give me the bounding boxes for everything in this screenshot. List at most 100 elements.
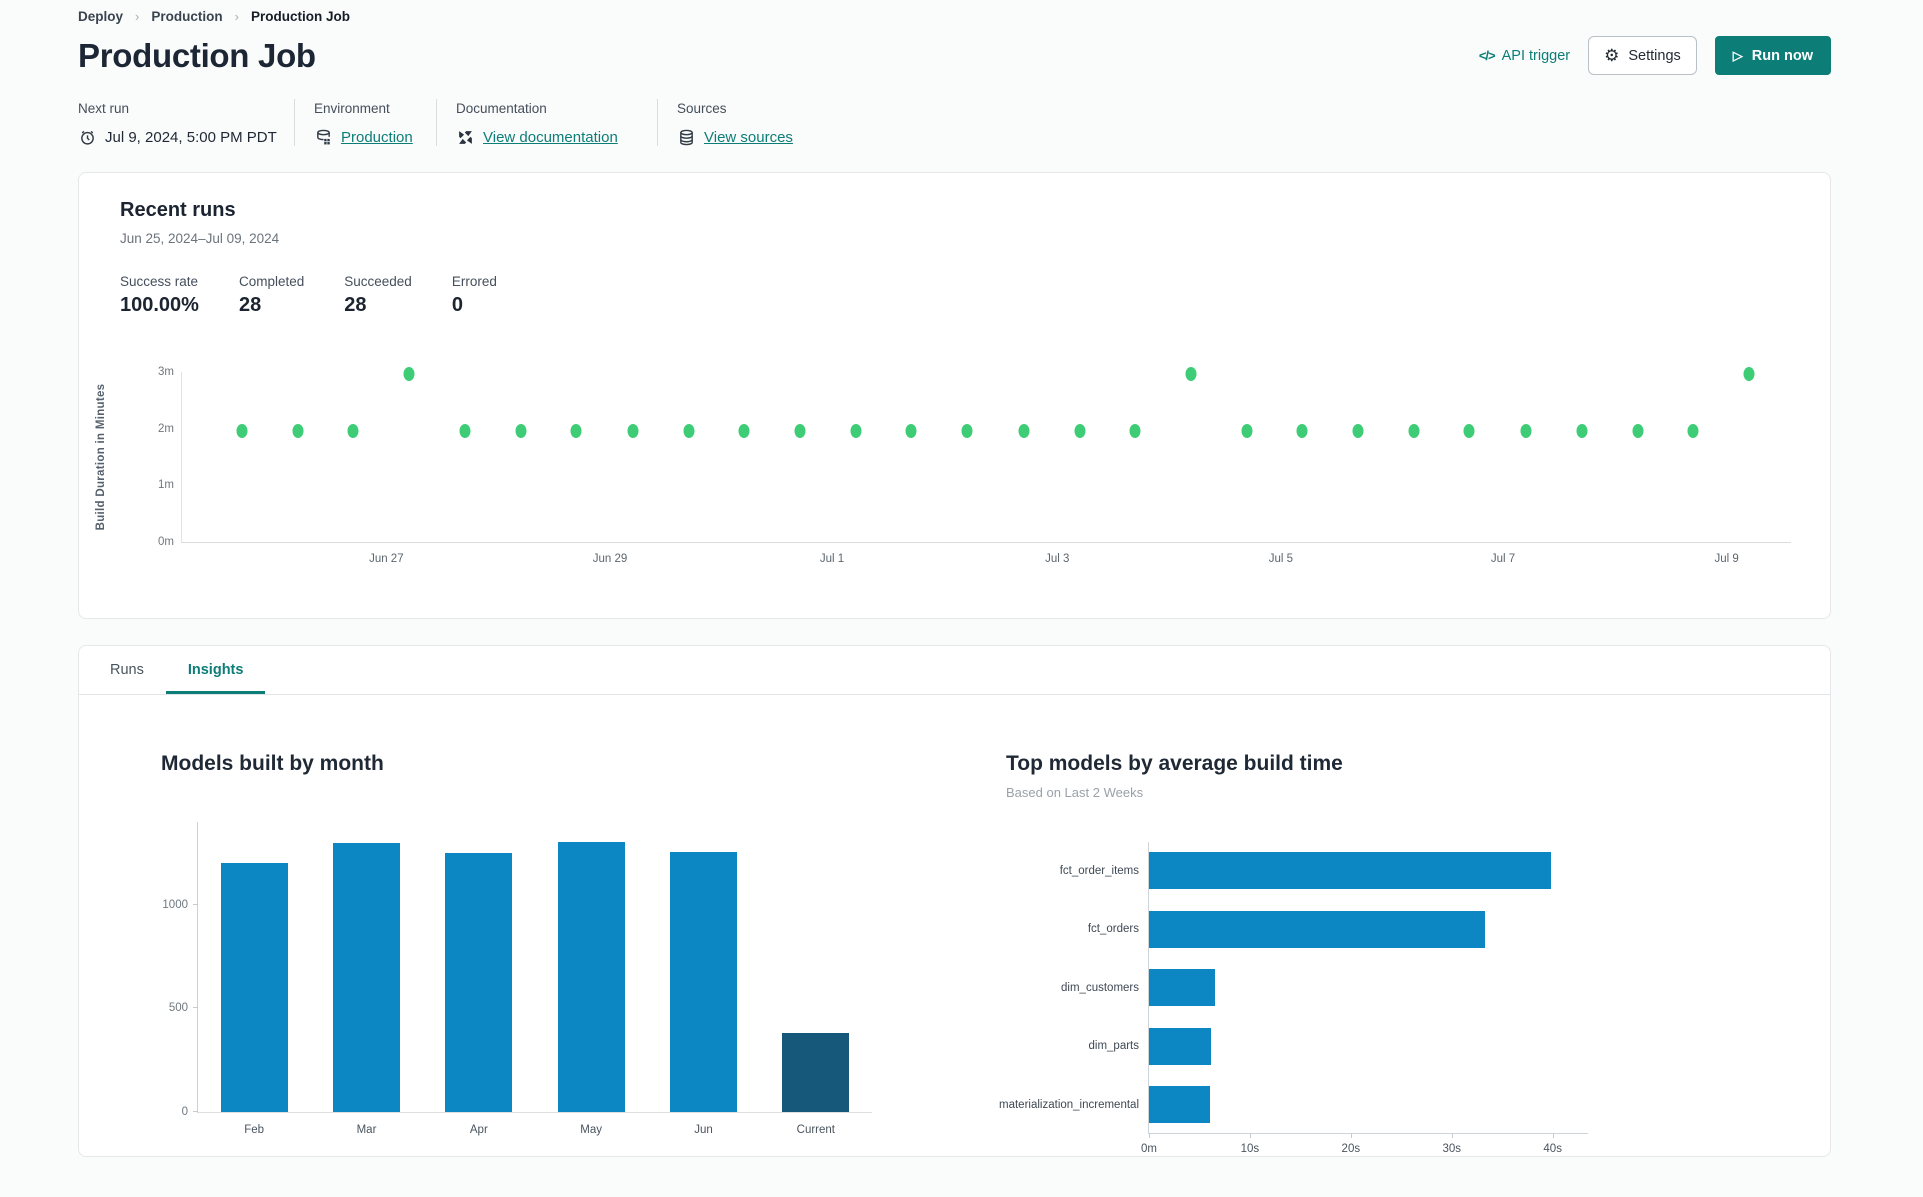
run-duration-point[interactable] <box>961 423 973 438</box>
bar-slot <box>535 822 647 1112</box>
bar-x-tick-label: Apr <box>469 1124 488 1136</box>
model-name-label: dim_parts <box>1088 1040 1140 1052</box>
scatter-x-tick-label: Jul 5 <box>1268 553 1294 565</box>
scatter-x-tick-label: Jun 27 <box>369 553 404 565</box>
month-bar-current[interactable] <box>782 1033 850 1112</box>
models-built-chart: 0 500 1000 Feb Mar Apr May Jun Current <box>162 822 872 1136</box>
bar-y-tick-label: 1000 <box>162 898 188 911</box>
build-time-bar-fct_order_items[interactable] <box>1149 852 1551 889</box>
run-now-button[interactable]: ▷ Run now <box>1714 36 1831 75</box>
bar-slot <box>198 822 310 1112</box>
stat-errored: Errored 0 <box>451 274 497 316</box>
run-duration-point[interactable] <box>1687 423 1699 438</box>
environment-icon <box>314 128 332 146</box>
tab-bar: Runs Insights <box>79 646 1830 695</box>
build-time-bar-dim_parts[interactable] <box>1149 1027 1211 1065</box>
breadcrumb-production[interactable]: Production <box>151 9 222 24</box>
view-sources-link[interactable]: View sources <box>704 129 793 146</box>
hbar-x-tick-mark <box>1350 1133 1352 1138</box>
run-duration-point[interactable] <box>1074 423 1086 438</box>
play-icon: ▷ <box>1732 48 1743 63</box>
settings-button[interactable]: ⚙ Settings <box>1588 36 1697 75</box>
month-bar-mar[interactable] <box>332 842 400 1112</box>
recent-runs-stats: Success rate 100.00% Completed 28 Succee… <box>120 274 1789 317</box>
hbar-x-tick-mark <box>1451 1133 1453 1138</box>
bar-y-tick-mark <box>193 1007 198 1009</box>
bar-y-tick-mark <box>193 1111 198 1112</box>
scatter-y-tick-label: 2m <box>158 422 174 435</box>
scatter-y-tick-label: 1m <box>158 479 174 492</box>
run-duration-point[interactable] <box>794 423 806 438</box>
top-models-chart: fct_order_items fct_orders dim_customersdi… <box>999 842 1588 1155</box>
api-trigger-link[interactable]: </> API trigger <box>1479 48 1570 64</box>
scatter-y-tick-label: 0m <box>158 536 174 548</box>
run-duration-point[interactable] <box>1463 423 1475 438</box>
page-title: Production Job <box>78 36 316 74</box>
view-documentation-link[interactable]: View documentation <box>483 129 618 146</box>
chevron-right-icon: › <box>135 9 140 24</box>
run-duration-point[interactable] <box>683 423 695 438</box>
tab-insights[interactable]: Insights <box>166 646 266 694</box>
run-duration-point[interactable] <box>905 423 917 438</box>
model-name-label: fct_orders <box>1087 923 1139 935</box>
run-duration-point[interactable] <box>347 423 359 438</box>
run-duration-point[interactable] <box>1743 366 1755 381</box>
run-duration-point[interactable] <box>1352 423 1364 438</box>
bar-x-tick-label: Current <box>796 1124 836 1136</box>
build-time-bar-materialization_incremental[interactable] <box>1149 1086 1210 1123</box>
run-now-label: Run now <box>1751 47 1813 64</box>
run-duration-point[interactable] <box>570 423 582 438</box>
run-duration-point[interactable] <box>1296 423 1308 438</box>
run-duration-point[interactable] <box>459 423 471 438</box>
scatter-x-tick-label: Jul 3 <box>1045 553 1070 565</box>
breadcrumb: Deploy › Production › Production Job <box>78 0 1831 24</box>
hbar-x-tick-label: 40s <box>1543 1143 1562 1155</box>
hbar-row: dim_parts <box>1089 1027 1588 1065</box>
hbar-x-tick-label: 10s <box>1240 1143 1260 1155</box>
bar-x-tick-label: Jun <box>694 1124 713 1136</box>
run-duration-point[interactable] <box>292 423 304 438</box>
run-duration-point[interactable] <box>515 423 527 438</box>
stat-succeeded: Succeeded 28 <box>344 274 412 316</box>
run-duration-point[interactable] <box>236 423 248 438</box>
hbar-row: fct_orders <box>1088 910 1588 948</box>
hbar-row: dim_customers <box>1061 969 1588 1006</box>
sources-column: Sources View sources <box>657 99 793 146</box>
run-duration-point[interactable] <box>1018 423 1029 438</box>
month-bar-may[interactable] <box>557 841 625 1112</box>
build-time-bar-fct_orders[interactable] <box>1149 910 1486 948</box>
bar-y-tick-label: 0 <box>181 1106 188 1118</box>
run-duration-point[interactable] <box>1408 423 1420 438</box>
run-duration-point[interactable] <box>850 423 862 438</box>
bar-y-tick-label: 500 <box>168 1002 188 1015</box>
code-icon: </> <box>1478 48 1496 63</box>
run-duration-point[interactable] <box>1632 423 1644 438</box>
environment-link[interactable]: Production <box>341 129 413 146</box>
hbar-row: fct_order_items <box>1060 852 1588 889</box>
model-name-label: materialization_incremental <box>999 1098 1139 1111</box>
scatter-y-tick-label: 3m <box>158 366 174 378</box>
bar-slot <box>647 822 759 1112</box>
run-duration-point[interactable] <box>1576 423 1588 438</box>
tab-runs[interactable]: Runs <box>88 646 166 694</box>
hbar-x-tick-label: 0m <box>1141 1143 1157 1155</box>
run-duration-point[interactable] <box>1185 366 1197 381</box>
run-duration-point[interactable] <box>627 423 639 438</box>
breadcrumb-deploy[interactable]: Deploy <box>78 9 123 24</box>
month-bar-feb[interactable] <box>220 863 288 1112</box>
model-name-label: fct_order_items <box>1059 864 1139 877</box>
bar-slot <box>760 822 872 1112</box>
build-time-bar-dim_customers[interactable] <box>1149 969 1215 1006</box>
month-bar-apr[interactable] <box>445 853 513 1112</box>
run-duration-point[interactable] <box>1241 423 1253 438</box>
hbar-x-tick-label: 30s <box>1442 1143 1462 1155</box>
month-bar-jun[interactable] <box>669 852 737 1112</box>
next-run-column: Next run Jul 9, 2024, 5:00 PM PDT <box>78 99 294 146</box>
run-duration-point[interactable] <box>1520 423 1531 438</box>
breadcrumb-production-job: Production Job <box>250 9 350 24</box>
database-icon <box>677 128 695 146</box>
run-duration-point[interactable] <box>1129 423 1141 438</box>
run-duration-point[interactable] <box>738 423 750 438</box>
run-duration-point[interactable] <box>403 366 415 381</box>
bar-x-tick-label: Feb <box>244 1124 265 1136</box>
